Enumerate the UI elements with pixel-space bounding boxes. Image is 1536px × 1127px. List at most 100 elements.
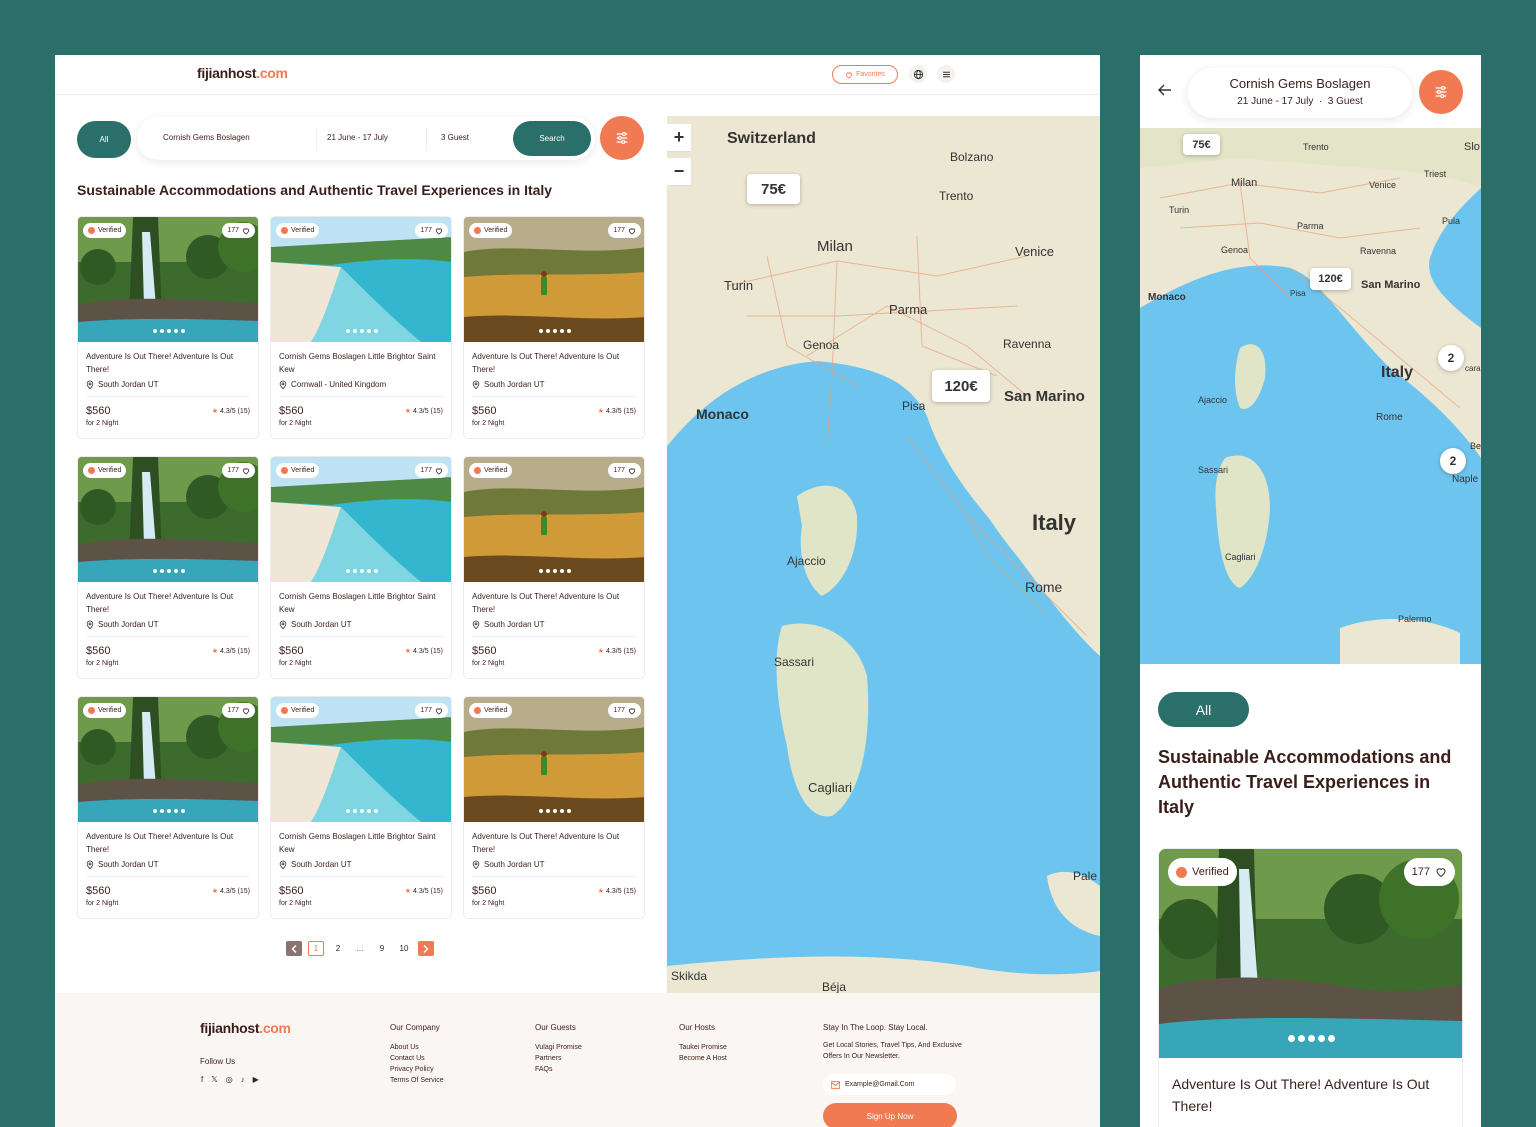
back-arrow-icon[interactable]	[1158, 83, 1172, 101]
x-twitter-icon[interactable]: 𝕏	[211, 1075, 217, 1084]
listing-photo[interactable]: Verified 177	[78, 697, 258, 822]
page-2-button[interactable]: 2	[330, 941, 346, 956]
footer-link[interactable]: Become A Host	[679, 1053, 727, 1064]
sign-up-button[interactable]: Sign Up Now	[823, 1103, 957, 1127]
footer-link[interactable]: Taukei Promise	[679, 1042, 727, 1053]
map-cluster-marker[interactable]: 2	[1438, 345, 1464, 371]
page-10-button[interactable]: 10	[396, 941, 412, 956]
guests-field[interactable]: 3 Guest	[441, 133, 469, 142]
listing-photo[interactable]: Verified 177	[1159, 849, 1462, 1058]
like-button[interactable]: 177	[415, 703, 448, 718]
listing-title[interactable]: Cornish Gems Boslagen Little Brightor Sa…	[279, 830, 444, 856]
search-button[interactable]: Search	[513, 121, 591, 156]
like-button[interactable]: 177	[222, 703, 255, 718]
listing-title[interactable]: Adventure Is Out There! Adventure Is Out…	[472, 590, 637, 616]
footer-link[interactable]: FAQs	[535, 1064, 582, 1075]
listing-card[interactable]: Verified 177 Adventure Is Out There! Adven…	[77, 696, 259, 919]
listing-card[interactable]: Verified 177 Adventure Is Out There! Adven…	[463, 696, 645, 919]
listing-card[interactable]: Verified 177 Cornish Gems Boslagen Little …	[270, 696, 452, 919]
listing-card[interactable]: Verified 177 Adventure Is Out There! Adven…	[463, 216, 645, 439]
footer-link[interactable]: Privacy Policy	[390, 1064, 444, 1075]
like-button[interactable]: 177	[415, 463, 448, 478]
footer-link[interactable]: Terms Of Service	[390, 1075, 444, 1086]
next-page-button[interactable]	[418, 941, 434, 956]
zoom-in-button[interactable]: +	[667, 124, 691, 152]
map-price-marker[interactable]: 120€	[1310, 268, 1351, 290]
listing-title[interactable]: Adventure Is Out There! Adventure Is Out…	[86, 350, 251, 376]
newsletter-email-input[interactable]: Example@Gmail.Com	[823, 1074, 956, 1095]
map-price-marker[interactable]: 120€	[932, 370, 990, 402]
carousel-dots[interactable]	[1159, 1035, 1462, 1042]
map-cluster-marker[interactable]: 2	[1440, 448, 1466, 474]
dates-field[interactable]: 21 June - 17 July	[327, 133, 388, 142]
youtube-icon[interactable]: ▶	[253, 1075, 259, 1084]
listing-card[interactable]: Verified 177 Adventure Is Out There! Adven…	[463, 456, 645, 679]
carousel-dots[interactable]	[271, 809, 451, 813]
like-button[interactable]: 177	[608, 223, 641, 238]
listing-title[interactable]: Cornish Gems Boslagen Little Brightor Sa…	[279, 350, 444, 376]
listing-title[interactable]: Cornish Gems Boslagen Little Brightor Sa…	[279, 590, 444, 616]
carousel-dots[interactable]	[271, 329, 451, 333]
footer-link[interactable]: Partners	[535, 1053, 582, 1064]
like-button[interactable]: 177	[1403, 858, 1455, 886]
listing-card[interactable]: Verified 177 Adventure Is Out There! Adv…	[1158, 848, 1463, 1127]
listing-photo[interactable]: Verified 177	[271, 217, 451, 342]
favorites-button[interactable]: Favorites	[832, 65, 898, 84]
zoom-out-button[interactable]: −	[667, 158, 691, 186]
carousel-dots[interactable]	[464, 809, 644, 813]
instagram-icon[interactable]: ◎	[226, 1075, 233, 1084]
listing-photo[interactable]: Verified 177	[464, 217, 644, 342]
carousel-dots[interactable]	[271, 569, 451, 573]
map-price-marker[interactable]: 75€	[747, 174, 800, 204]
listing-title[interactable]: Adventure Is Out There! Adventure Is Out…	[86, 590, 251, 616]
mobile-search-summary[interactable]: Cornish Gems Boslagen 21 June - 17 July …	[1188, 68, 1412, 118]
like-button[interactable]: 177	[608, 703, 641, 718]
listing-photo[interactable]: Verified 177	[464, 697, 644, 822]
map-view[interactable]: + − 75€ 120€ Switzerland Bolzano Trento …	[667, 116, 1100, 993]
menu-icon[interactable]	[937, 65, 955, 83]
listing-card[interactable]: Verified 177 Adventure Is Out There! Adven…	[77, 456, 259, 679]
page-1-button[interactable]: 1	[308, 941, 324, 956]
listing-photo[interactable]: Verified 177	[78, 217, 258, 342]
like-button[interactable]: 177	[415, 223, 448, 238]
footer-link[interactable]: About Us	[390, 1042, 444, 1053]
filter-settings-button[interactable]	[600, 116, 644, 160]
listing-card[interactable]: Verified 177 Cornish Gems Boslagen Little …	[270, 456, 452, 679]
listing-photo[interactable]: Verified 177	[271, 697, 451, 822]
listing-photo[interactable]: Verified 177	[78, 457, 258, 582]
footer-logo[interactable]: fijianhost.com	[200, 1020, 291, 1036]
map-label: Italy	[1381, 364, 1414, 381]
listing-photo[interactable]: Verified 177	[271, 457, 451, 582]
globe-icon[interactable]	[909, 65, 927, 83]
map-view[interactable]: 75€ 120€ 2 2 Trento Slo Milan Venice Tri…	[1140, 128, 1481, 664]
prev-page-button[interactable]	[286, 941, 302, 956]
destination-field[interactable]: Cornish Gems Boslagen	[163, 133, 250, 142]
carousel-dots[interactable]	[78, 329, 258, 333]
page-9-button[interactable]: 9	[374, 941, 390, 956]
listing-title[interactable]: Adventure Is Out There! Adventure Is Out…	[1172, 1073, 1452, 1117]
facebook-icon[interactable]: f	[201, 1075, 203, 1084]
filter-all-button[interactable]: All	[1158, 692, 1249, 727]
carousel-dots[interactable]	[78, 569, 258, 573]
footer-link[interactable]: Contact Us	[390, 1053, 444, 1064]
filter-settings-button[interactable]	[1419, 70, 1463, 114]
brand-logo[interactable]: fijianhost.com	[197, 65, 288, 81]
like-button[interactable]: 177	[222, 223, 255, 238]
like-button[interactable]: 177	[608, 463, 641, 478]
listing-title[interactable]: Adventure Is Out There! Adventure Is Out…	[472, 350, 637, 376]
listing-rating: ★ 4.3/5 (15)	[212, 647, 250, 656]
listing-card[interactable]: Verified 177 Adventure Is Out There! Adven…	[77, 216, 259, 439]
like-button[interactable]: 177	[222, 463, 255, 478]
tiktok-icon[interactable]: ♪	[241, 1075, 245, 1084]
listing-photo[interactable]: Verified 177	[464, 457, 644, 582]
listing-title[interactable]: Adventure Is Out There! Adventure Is Out…	[472, 830, 637, 856]
listing-title[interactable]: Adventure Is Out There! Adventure Is Out…	[86, 830, 251, 856]
footer-link[interactable]: Vulagi Promise	[535, 1042, 582, 1053]
carousel-dots[interactable]	[78, 809, 258, 813]
listing-nights: for 2 Night	[86, 420, 119, 427]
carousel-dots[interactable]	[464, 329, 644, 333]
carousel-dots[interactable]	[464, 569, 644, 573]
map-price-marker[interactable]: 75€	[1183, 134, 1220, 155]
listing-card[interactable]: Verified 177 Cornish Gems Boslagen Little …	[270, 216, 452, 439]
filter-all-button[interactable]: All	[77, 121, 131, 158]
